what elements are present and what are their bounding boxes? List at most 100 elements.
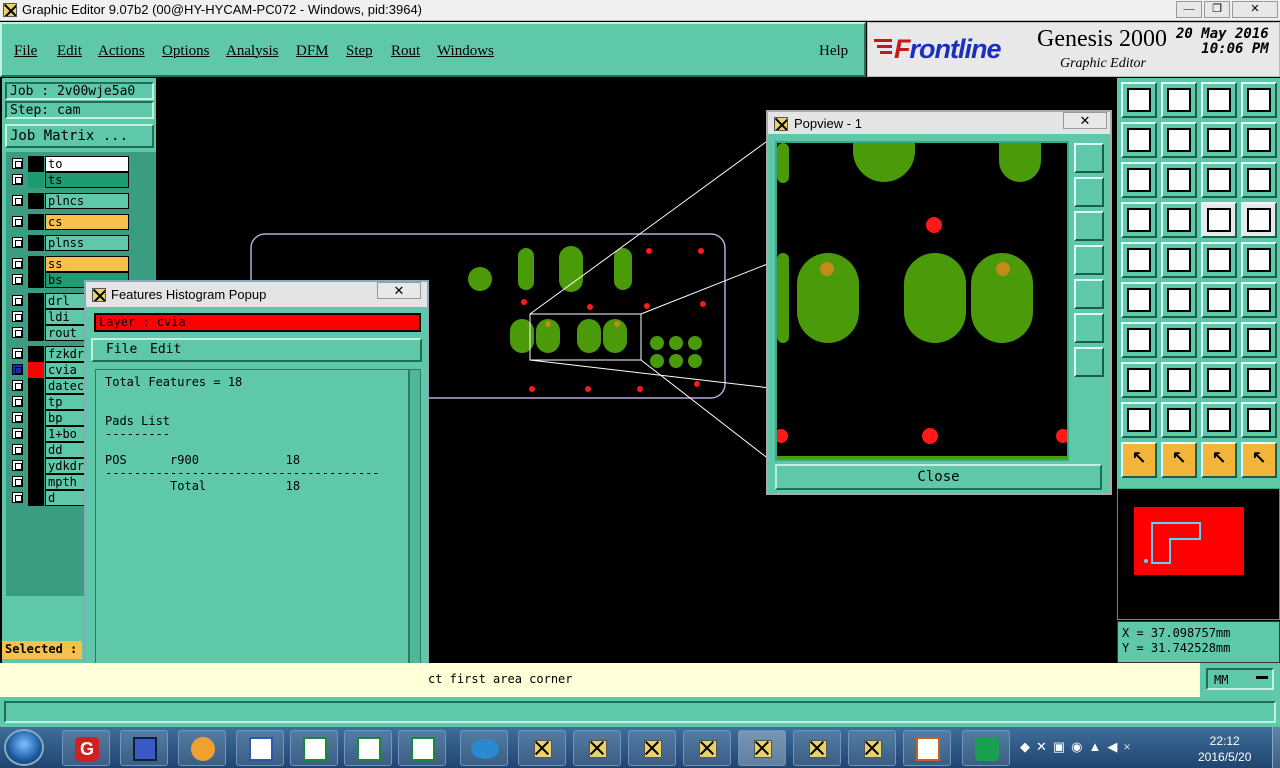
cross-icon[interactable] — [1161, 282, 1197, 318]
layer-name[interactable]: to — [45, 156, 129, 172]
undo-redo-icon[interactable] — [1201, 122, 1237, 158]
layer-row-ss[interactable]: ss — [10, 256, 130, 272]
grid-icon[interactable] — [1161, 202, 1197, 238]
help-icon[interactable] — [1241, 162, 1277, 198]
vertical-scrollbar[interactable] — [409, 369, 421, 704]
popview-close-button[interactable]: Close — [775, 464, 1102, 490]
menu-rout[interactable]: Rout — [391, 43, 420, 60]
connect-icon[interactable] — [1121, 282, 1157, 318]
home-icon[interactable] — [1201, 82, 1237, 118]
job-matrix-button[interactable]: Job Matrix ... — [5, 124, 154, 148]
triangle-c-icon[interactable] — [1241, 402, 1277, 438]
taskbar-excel-icon[interactable] — [398, 730, 446, 766]
taskbar-eye-icon[interactable] — [460, 730, 508, 766]
triangle-b-icon[interactable] — [1201, 402, 1237, 438]
menu-options[interactable]: Options — [162, 43, 210, 60]
taskbar-save-icon[interactable] — [120, 730, 168, 766]
maximize-button[interactable]: ❐ — [1204, 1, 1230, 18]
layer-checkbox[interactable] — [12, 327, 23, 338]
unit-selector[interactable]: MM — [1200, 663, 1280, 697]
taskbar-genesis-active-icon[interactable] — [738, 730, 786, 766]
popview-canvas[interactable] — [774, 141, 1070, 461]
layer-color-swatch[interactable] — [28, 272, 44, 288]
layer-checkbox[interactable] — [12, 158, 23, 169]
layer-name[interactable]: cs — [45, 214, 129, 230]
layer-checkbox[interactable] — [12, 476, 23, 487]
pad-move-icon[interactable] — [1241, 282, 1277, 318]
line-red-icon[interactable] — [1161, 362, 1197, 398]
menu-actions[interactable]: Actions — [98, 43, 145, 60]
pan-right-icon[interactable] — [1161, 122, 1197, 158]
layer-checkbox[interactable] — [12, 174, 23, 185]
taskbar-shell-icon[interactable] — [178, 730, 226, 766]
layer-row-plncs[interactable]: plncs — [10, 193, 130, 209]
layer-checkbox[interactable] — [12, 364, 23, 375]
pointer-icon[interactable]: ↖ — [1121, 442, 1157, 478]
line-edit-icon[interactable] — [1121, 322, 1157, 358]
layer-color-swatch[interactable] — [28, 214, 44, 230]
popview-up-icon[interactable] — [1074, 177, 1104, 207]
minimap[interactable] — [1117, 488, 1280, 620]
circle-pad-icon[interactable] — [1241, 242, 1277, 278]
menu-edit[interactable]: Edit — [57, 43, 82, 60]
layer-checkbox[interactable] — [12, 428, 23, 439]
flip-icon[interactable] — [1241, 322, 1277, 358]
taskbar-p-icon[interactable] — [962, 730, 1010, 766]
net-red-icon[interactable] — [1201, 202, 1237, 238]
layer-checkbox[interactable] — [12, 258, 23, 269]
show-desktop-button[interactable] — [1272, 727, 1280, 768]
layer-toggle-icon[interactable] — [1121, 202, 1157, 238]
layer-checkbox[interactable] — [12, 195, 23, 206]
taskbar-genesis-icon[interactable] — [518, 730, 566, 766]
pad-select-icon[interactable] — [1201, 282, 1237, 318]
triangle-icon[interactable] — [1121, 402, 1157, 438]
layer-color-swatch[interactable] — [28, 426, 44, 442]
layer-row-plnss[interactable]: plnss — [10, 235, 130, 251]
menu-analysis[interactable]: Analysis — [226, 43, 279, 60]
taskbar-excel-icon[interactable] — [344, 730, 392, 766]
layer-color-swatch[interactable] — [28, 458, 44, 474]
layer-row-to[interactable]: to — [10, 156, 130, 172]
taskbar-genesis-icon[interactable] — [628, 730, 676, 766]
layer-checkbox[interactable] — [12, 444, 23, 455]
close-icon[interactable]: ✕ — [377, 282, 421, 299]
layer-checkbox[interactable] — [12, 216, 23, 227]
menu-dfm[interactable]: DFM — [296, 43, 329, 60]
popview-home-icon[interactable] — [1074, 347, 1104, 377]
layer-color-swatch[interactable] — [28, 490, 44, 506]
triangle-a-icon[interactable] — [1161, 402, 1197, 438]
minimize-button[interactable]: — — [1176, 1, 1202, 18]
layer-color-swatch[interactable] — [28, 172, 44, 188]
layer-name[interactable]: ts — [45, 172, 129, 188]
layer-checkbox[interactable] — [12, 274, 23, 285]
histogram-menu-edit[interactable]: Edit — [150, 342, 181, 357]
taskbar-genesis-icon[interactable] — [848, 730, 896, 766]
rect-pad-icon[interactable] — [1121, 362, 1157, 398]
taskbar-excel-icon[interactable] — [290, 730, 338, 766]
net-red2-icon[interactable] — [1241, 202, 1277, 238]
popview-zoom-icon[interactable] — [1074, 143, 1104, 173]
zoom-down-icon[interactable] — [1161, 82, 1197, 118]
menu-help[interactable]: Help — [819, 43, 848, 60]
layer-row-ts[interactable]: ts — [10, 172, 130, 188]
scale-icon[interactable] — [1201, 162, 1237, 198]
line-draw-icon[interactable] — [1161, 242, 1197, 278]
pad-add-icon[interactable] — [1121, 242, 1157, 278]
menu-windows[interactable]: Windows — [437, 43, 494, 60]
command-line[interactable] — [0, 697, 1280, 727]
layer-checkbox[interactable] — [12, 380, 23, 391]
swap-icon[interactable] — [1241, 122, 1277, 158]
layer-checkbox[interactable] — [12, 492, 23, 503]
layer-color-swatch[interactable] — [28, 410, 44, 426]
layer-color-swatch[interactable] — [28, 394, 44, 410]
zoom-fit-icon[interactable] — [1241, 82, 1277, 118]
layer-color-swatch[interactable] — [28, 346, 44, 362]
layer-color-swatch[interactable] — [28, 442, 44, 458]
pan-left-icon[interactable] — [1121, 122, 1157, 158]
menu-file[interactable]: File — [14, 43, 37, 60]
fit-window-icon[interactable] — [1121, 162, 1157, 198]
measure-box-icon[interactable] — [1201, 362, 1237, 398]
layer-checkbox[interactable] — [12, 295, 23, 306]
pointer-select-icon[interactable]: ↖ — [1161, 442, 1197, 478]
menu-step[interactable]: Step — [346, 43, 373, 60]
